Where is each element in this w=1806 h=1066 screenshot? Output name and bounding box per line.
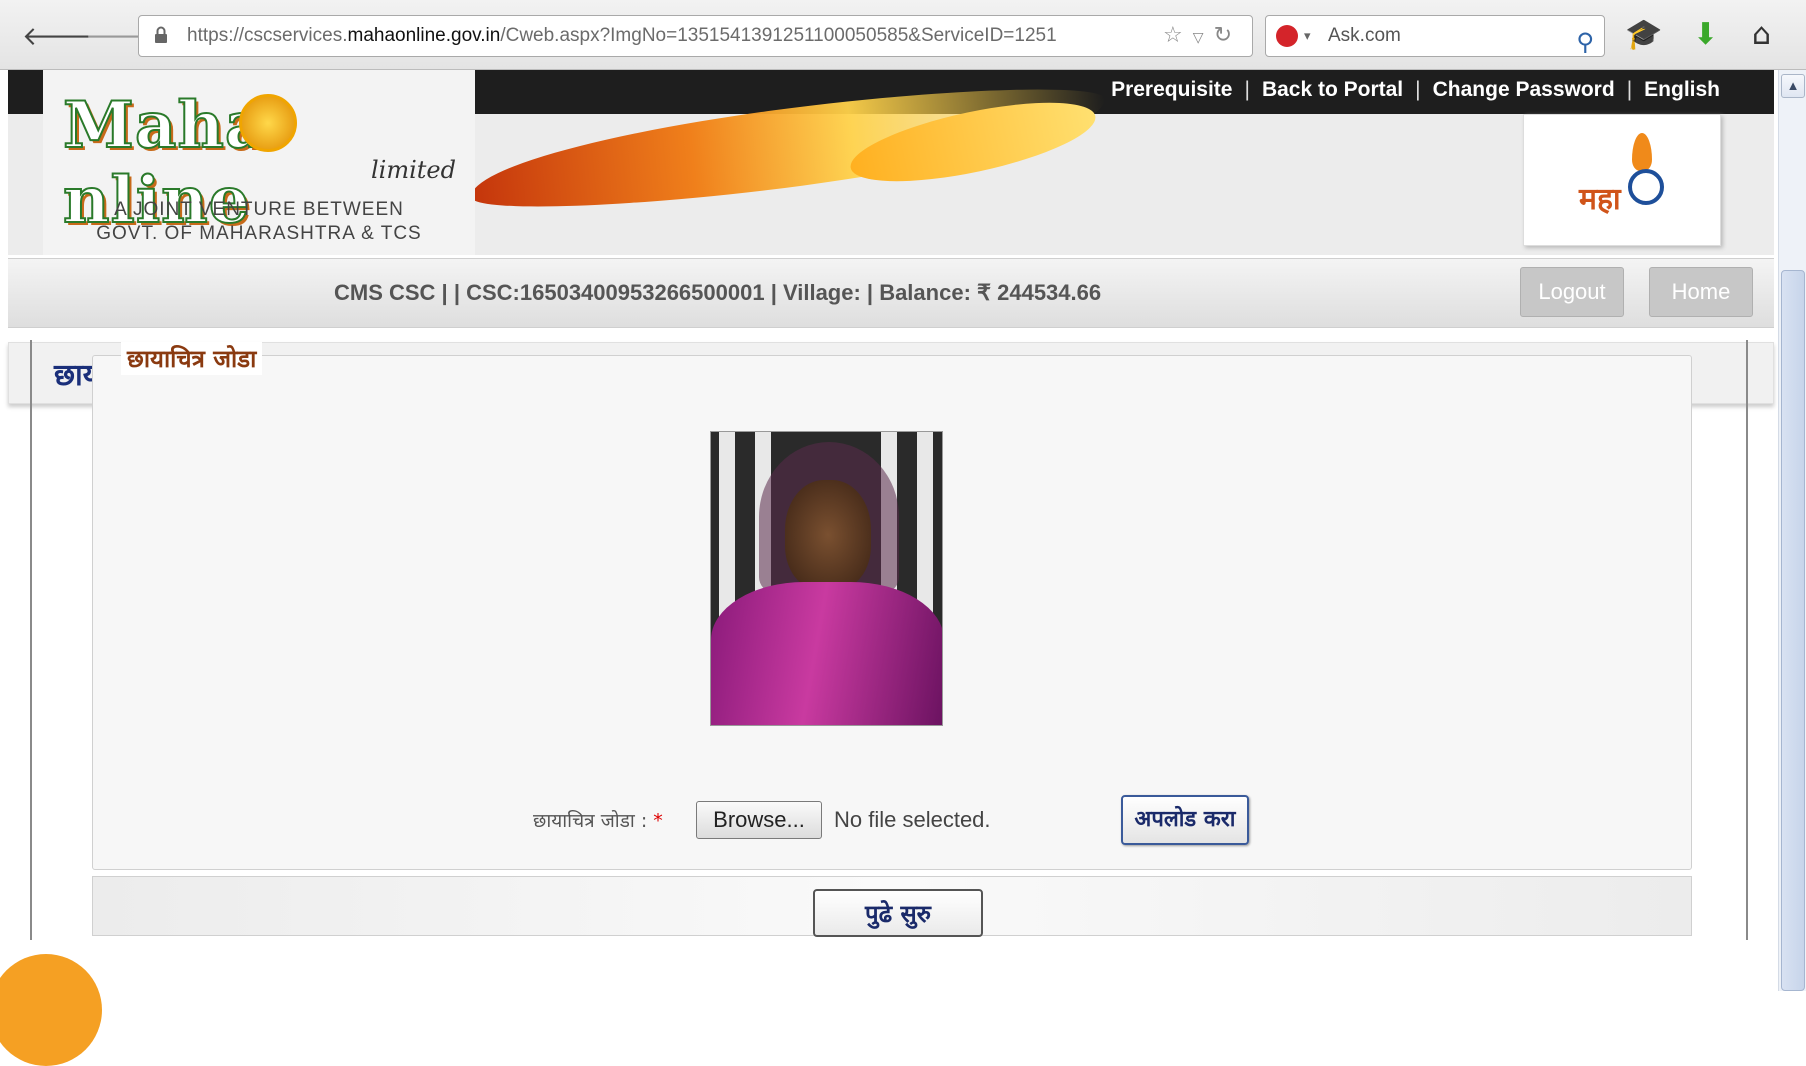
home-button[interactable]: Home xyxy=(1649,267,1753,317)
decorative-orange-circle xyxy=(0,954,102,1066)
scroll-up-icon[interactable]: ▲ xyxy=(1781,74,1805,98)
link-change-password[interactable]: Change Password xyxy=(1433,78,1615,101)
fieldset-legend: छायाचित्र जोडा xyxy=(121,342,263,375)
uploaded-photo xyxy=(710,431,943,726)
maha-seva-logo: महा xyxy=(1523,114,1721,246)
logo-subtitle: A JOINT VENTURE BETWEEN GOVT. OF MAHARAS… xyxy=(43,198,475,246)
vertical-scrollbar[interactable]: ▲ xyxy=(1778,70,1806,991)
scroll-thumb[interactable] xyxy=(1781,270,1805,991)
swirl-icon xyxy=(1628,169,1664,205)
logo-limited: limited xyxy=(371,156,456,184)
download-icon[interactable]: ⬇ xyxy=(1693,18,1718,52)
file-status: No file selected. xyxy=(834,807,991,832)
url-path: /Cweb.aspx?ImgNo=1351541391251100050585&… xyxy=(500,25,1057,46)
url-prefix: https://cscservices. xyxy=(187,25,348,46)
link-back-to-portal[interactable]: Back to Portal xyxy=(1262,78,1403,101)
link-english[interactable]: English xyxy=(1644,78,1720,101)
upload-row: छायाचित्र जोडा : * Browse... No file sel… xyxy=(93,795,1691,845)
dropdown-icon[interactable]: ▽ xyxy=(1193,30,1214,46)
account-info-text: CMS CSC | | CSC:16503400953266500001 | V… xyxy=(334,280,1102,305)
separator: | xyxy=(1244,78,1250,101)
emblem-icon xyxy=(239,94,297,152)
photo-upload-fieldset: छायाचित्र जोडा छायाचित्र जोडा : * Browse… xyxy=(92,342,1692,870)
address-bar[interactable]: https://cscservices.mahaonline.gov.in/Cw… xyxy=(138,15,1253,57)
top-nav: Prerequisite | Back to Portal | Change Passw… xyxy=(1111,78,1720,102)
required-mark: * xyxy=(653,810,663,832)
search-icon[interactable]: ⚲ xyxy=(1576,22,1594,62)
lock-icon xyxy=(155,26,167,43)
upload-label-text: छायाचित्र जोडा : xyxy=(533,810,648,832)
url-domain: mahaonline.gov.in xyxy=(347,25,501,46)
bookmark-star-icon[interactable]: ☆ xyxy=(1163,23,1193,48)
search-input[interactable]: Ask.com xyxy=(1328,25,1401,46)
browse-button[interactable]: Browse... xyxy=(696,801,822,839)
account-info-bar: CMS CSC | | CSC:16503400953266500001 | V… xyxy=(8,258,1774,328)
logo-subtitle-line2: GOVT. OF MAHARASHTRA & TCS xyxy=(96,223,422,244)
link-prerequisite[interactable]: Prerequisite xyxy=(1111,78,1232,101)
reload-icon[interactable]: ↻ xyxy=(1214,23,1242,48)
flame-icon xyxy=(1632,133,1652,171)
logo-subtitle-line1: A JOINT VENTURE BETWEEN xyxy=(114,199,404,220)
upload-field-label: छायाचित्र जोडा : * xyxy=(533,807,663,833)
next-button[interactable]: पुढे सुरु xyxy=(813,889,983,937)
mahaonline-logo[interactable]: Maha nline limited A JOINT VENTURE BETWE… xyxy=(43,70,475,255)
logout-button[interactable]: Logout xyxy=(1520,267,1624,317)
separator: | xyxy=(1415,78,1421,101)
url-actions: ☆▽↻ xyxy=(1163,16,1242,56)
ask-logo-icon xyxy=(1276,25,1298,47)
back-arrow-icon[interactable]: 🡐 xyxy=(22,22,92,52)
browser-toolbar: 🡐 🡒 https://cscservices.mahaonline.gov.i… xyxy=(0,0,1806,70)
upload-button[interactable]: अपलोड करा xyxy=(1121,795,1249,845)
forward-arrow-icon[interactable]: 🡒 xyxy=(85,22,155,52)
maha-logo-text: महा xyxy=(1579,183,1621,216)
home-icon[interactable]: ⌂ xyxy=(1752,18,1771,52)
separator: | xyxy=(1626,78,1633,101)
search-box[interactable]: ▾ Ask.com ⚲ xyxy=(1265,15,1605,57)
graduation-cap-icon[interactable]: 🎓 xyxy=(1625,18,1662,52)
bottom-action-panel: पुढे सुरु xyxy=(92,876,1692,937)
site-banner: Prerequisite | Back to Portal | Change Passw… xyxy=(8,70,1774,255)
search-engine-dropdown-icon[interactable]: ▾ xyxy=(1304,16,1311,56)
